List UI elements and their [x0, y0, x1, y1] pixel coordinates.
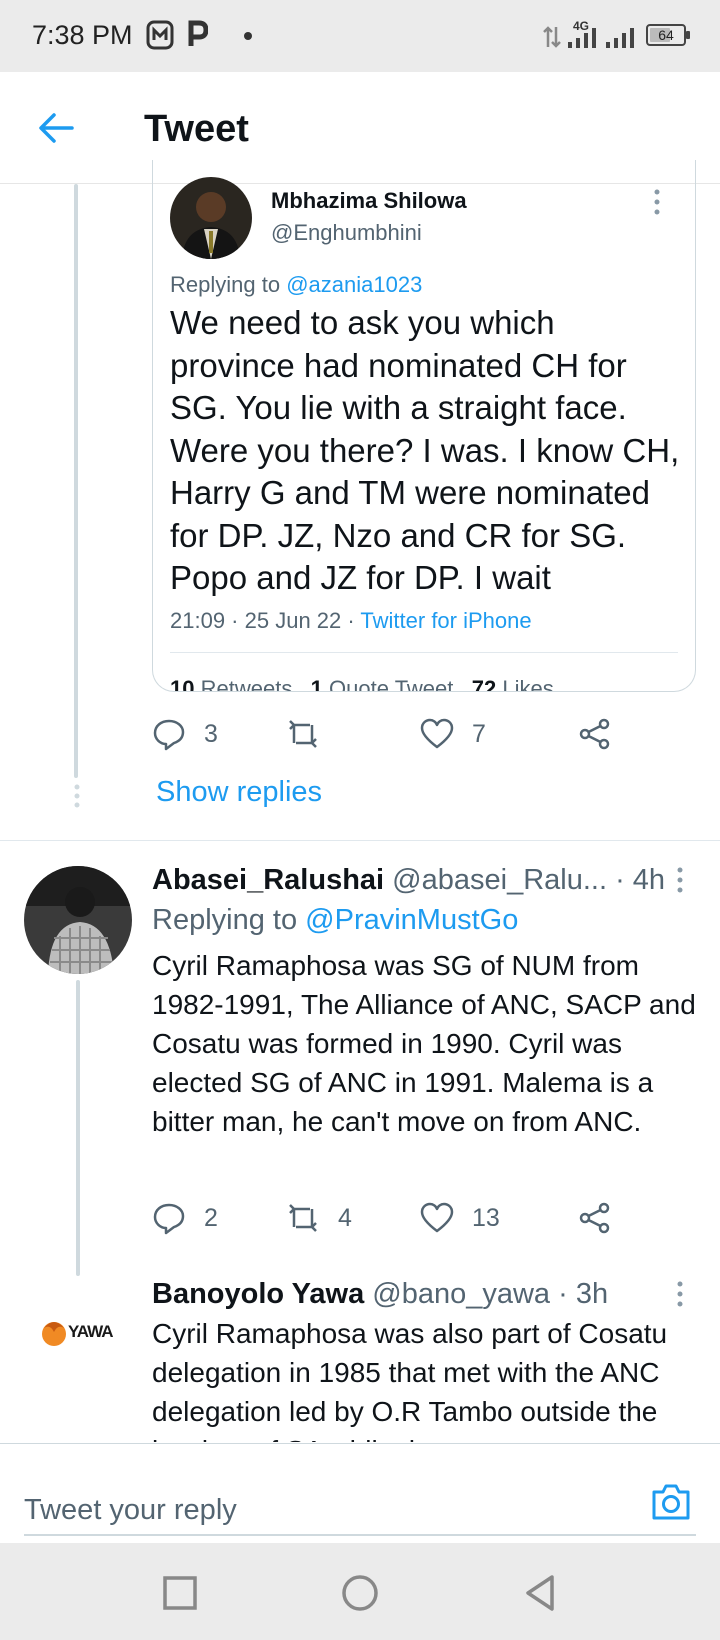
- author-name[interactable]: Banoyolo Yawa: [152, 1278, 364, 1310]
- replying-to: Replying to @PravinMustGo: [152, 904, 518, 937]
- more-options-icon[interactable]: [676, 866, 684, 894]
- signal-icon-2: [606, 28, 634, 48]
- show-replies-link[interactable]: Show replies: [156, 776, 322, 809]
- replying-mention-link[interactable]: @azania1023: [286, 272, 422, 297]
- author-name[interactable]: Abasei_Ralushai: [152, 864, 384, 896]
- quote-label[interactable]: Quote Tweet: [329, 676, 453, 691]
- tweet-meta: 21:09 · 25 Jun 22 · Twitter for iPhone: [170, 608, 532, 633]
- heart-icon: [420, 1202, 454, 1233]
- tweet-source-link[interactable]: Twitter for iPhone: [360, 608, 531, 633]
- share-button[interactable]: [578, 1198, 612, 1238]
- tweet-actions: 2 4 13: [152, 1198, 622, 1238]
- avatar[interactable]: [170, 177, 252, 259]
- reply-count: 2: [204, 1203, 218, 1232]
- reply-bar: Tweet your reply: [0, 1443, 720, 1543]
- thread-dots-icon: [74, 784, 80, 808]
- battery-level: 64: [658, 27, 674, 43]
- retweets-count: 10: [170, 676, 195, 692]
- battery-icon: 64: [646, 24, 690, 46]
- replying-to: Replying to @azania1023: [170, 272, 422, 298]
- tweet-text: We need to ask you which province had no…: [170, 304, 680, 596]
- quoted-tweet-card[interactable]: Mbhazima Shilowa @Enghumbhini Replying t…: [152, 160, 696, 692]
- retweet-button[interactable]: [286, 714, 338, 754]
- like-count: 7: [472, 719, 486, 748]
- author-handle[interactable]: @bano_yawa: [372, 1278, 550, 1310]
- thread-line: [76, 980, 80, 1276]
- tweet-time: 21:09: [170, 608, 226, 633]
- tweet-date: 25 Jun 22: [244, 608, 342, 633]
- author-handle[interactable]: @abasei_Ralu...: [392, 864, 607, 896]
- author-name[interactable]: Mbhazima Shilowa: [271, 188, 467, 214]
- tweet-time: · 3h: [558, 1278, 609, 1310]
- likes-count: 72: [471, 676, 497, 692]
- tweet-actions: 3 7: [152, 714, 622, 754]
- thread-line: [74, 184, 78, 778]
- quote-count: 1: [310, 676, 323, 692]
- tweet-text: Cyril Ramaphosa was also part of Cosatu …: [152, 1318, 668, 1442]
- reply-icon: [153, 1203, 185, 1235]
- camera-icon[interactable]: [650, 1482, 692, 1522]
- replying-mention-link[interactable]: @PravinMustGo: [305, 904, 518, 936]
- data-transfer-icon: [543, 26, 561, 48]
- retweet-button[interactable]: 4: [286, 1198, 352, 1238]
- app-notification-icon: [146, 20, 174, 50]
- tweet-header: Banoyolo Yawa @bano_yawa · 3h: [152, 1278, 608, 1311]
- likes-label[interactable]: Likes: [502, 676, 553, 691]
- divider: [0, 840, 720, 841]
- status-time: 7:38 PM: [32, 20, 133, 50]
- back-arrow-icon[interactable]: [36, 108, 76, 148]
- more-options-icon[interactable]: [653, 188, 661, 216]
- tweet-header: Abasei_Ralushai @abasei_Ralu... · 4h: [152, 864, 665, 897]
- back-triangle-icon[interactable]: [520, 1573, 560, 1613]
- share-icon: [579, 1202, 610, 1234]
- notification-dot: [244, 32, 252, 40]
- avatar[interactable]: [24, 866, 132, 974]
- home-circle-icon[interactable]: [340, 1573, 380, 1613]
- reply-button[interactable]: 2: [152, 1198, 218, 1238]
- tweet-time: · 4h: [615, 864, 666, 896]
- page-title: Tweet: [144, 108, 249, 150]
- tweet-stats: 10 Retweets 1 Quote Tweet 72 Likes: [170, 676, 554, 692]
- tweet-text: Cyril Ramaphosa was SG of NUM from 1982-…: [152, 950, 696, 1137]
- like-count: 13: [472, 1203, 500, 1232]
- heart-icon: [420, 718, 454, 749]
- replying-prefix: Replying to: [170, 272, 281, 297]
- retweet-icon: [289, 1204, 317, 1232]
- reply-underline: [24, 1534, 696, 1536]
- reply-icon: [153, 719, 185, 751]
- signal-icon-1: [568, 28, 596, 48]
- system-nav-bar: [0, 1543, 720, 1640]
- retweet-count: 4: [338, 1203, 352, 1232]
- share-button[interactable]: [578, 714, 612, 754]
- more-options-icon[interactable]: [676, 1280, 684, 1308]
- divider: [170, 652, 678, 653]
- reply-count: 3: [204, 719, 218, 748]
- reply-input[interactable]: Tweet your reply: [24, 1494, 237, 1527]
- reply-button[interactable]: 3: [152, 714, 218, 754]
- like-button[interactable]: 13: [420, 1198, 500, 1238]
- avatar[interactable]: YAWA: [32, 1306, 122, 1362]
- parking-app-icon: [188, 20, 208, 46]
- recent-apps-icon[interactable]: [160, 1573, 200, 1613]
- replying-prefix: Replying to: [152, 904, 298, 936]
- retweets-label[interactable]: Retweets: [201, 676, 293, 691]
- avatar-logo-text: YAWA: [68, 1322, 114, 1341]
- status-bar: 7:38 PM 4G 64: [0, 0, 720, 72]
- like-button[interactable]: 7: [420, 714, 486, 754]
- retweet-icon: [289, 720, 317, 748]
- author-handle[interactable]: @Enghumbhini: [271, 220, 422, 246]
- share-icon: [579, 718, 610, 750]
